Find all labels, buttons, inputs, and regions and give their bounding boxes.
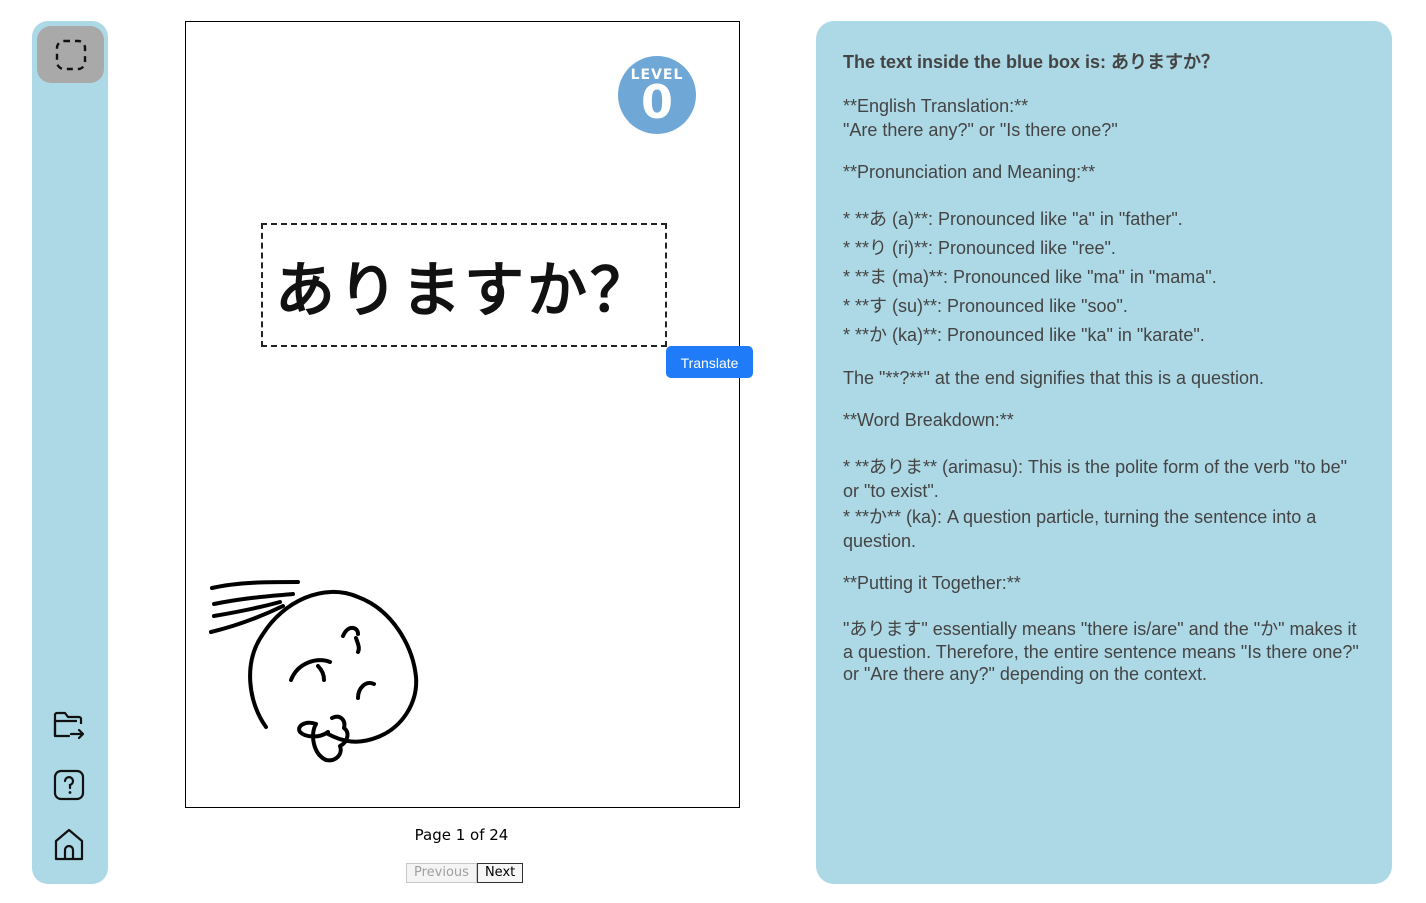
home-button[interactable] — [50, 825, 88, 863]
next-button[interactable]: Next — [476, 863, 524, 883]
translation-panel: The text inside the blue box is: ありますか？ … — [816, 21, 1392, 884]
translate-button[interactable]: Translate — [666, 346, 753, 378]
japanese-text: ありますか？ — [275, 255, 653, 326]
panel-title: The text inside the blue box is: ありますか？ — [843, 52, 1220, 72]
pronunciation-heading: **Pronunciation and Meaning:** — [843, 162, 1096, 182]
together-text: "あります" essentially means "there is/are" … — [843, 619, 1359, 684]
pronunciation-item: * **す (su)**: Pronounced like "soo". — [843, 296, 1128, 316]
word-item: * **か** (ka): A question particle, turni… — [843, 507, 1317, 551]
select-region-icon — [55, 39, 86, 70]
home-icon — [54, 828, 84, 861]
open-folder-icon — [53, 711, 85, 740]
help-button[interactable] — [50, 766, 88, 804]
pronunciation-item: * **り (ri)**: Pronounced like "ree". — [843, 238, 1116, 258]
question-note: The "**?**" at the end signifies that th… — [843, 368, 1265, 388]
together-heading: **Putting it Together:** — [843, 573, 1021, 593]
sidebar — [32, 21, 108, 884]
previous-button[interactable]: Previous — [406, 863, 477, 883]
pronunciation-item: * **か (ka)**: Pronounced like "ka" in "k… — [843, 325, 1205, 345]
english-text: "Are there any?" or "Is there one?" — [843, 120, 1118, 140]
thinking-character-illustration — [209, 580, 419, 763]
pronunciation-item: * **あ (a)**: Pronounced like "a" in "fat… — [843, 209, 1183, 229]
selected-text-box[interactable]: ありますか？ — [261, 223, 667, 347]
word-item: * **ありま** (arimasu): This is the polite … — [843, 457, 1347, 501]
select-region-button[interactable] — [37, 26, 104, 83]
open-folder-button[interactable] — [50, 707, 88, 745]
word-breakdown-heading: **Word Breakdown:** — [843, 410, 1014, 430]
english-heading: **English Translation:** — [843, 96, 1029, 116]
book-page: LEVEL 0 ありますか？ — [185, 21, 740, 808]
level-badge: LEVEL 0 — [618, 56, 696, 134]
help-icon — [53, 769, 85, 801]
pronunciation-item: * **ま (ma)**: Pronounced like "ma" in "m… — [843, 267, 1217, 287]
page-indicator: Page 1 of 24 — [414, 826, 509, 844]
level-number: 0 — [640, 75, 673, 129]
pager: Previous Next — [406, 863, 524, 883]
